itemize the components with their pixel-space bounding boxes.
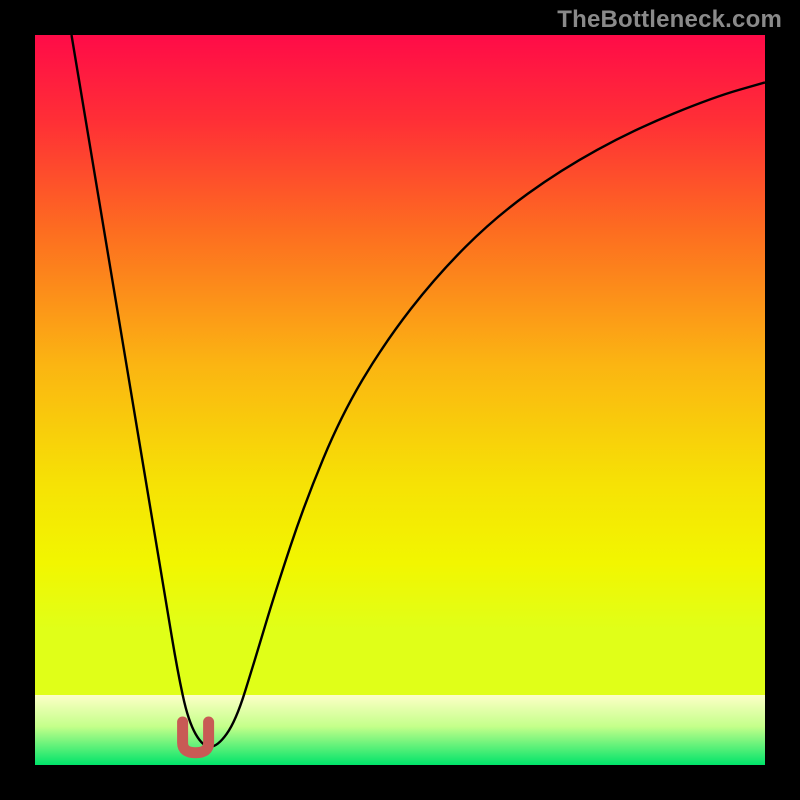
chart-canvas: [35, 35, 765, 765]
gradient-base: [35, 695, 765, 765]
gradient-background: [35, 35, 765, 695]
outer-frame: TheBottleneck.com: [0, 0, 800, 800]
watermark-text: TheBottleneck.com: [557, 6, 782, 34]
chart-svg: [35, 35, 765, 765]
